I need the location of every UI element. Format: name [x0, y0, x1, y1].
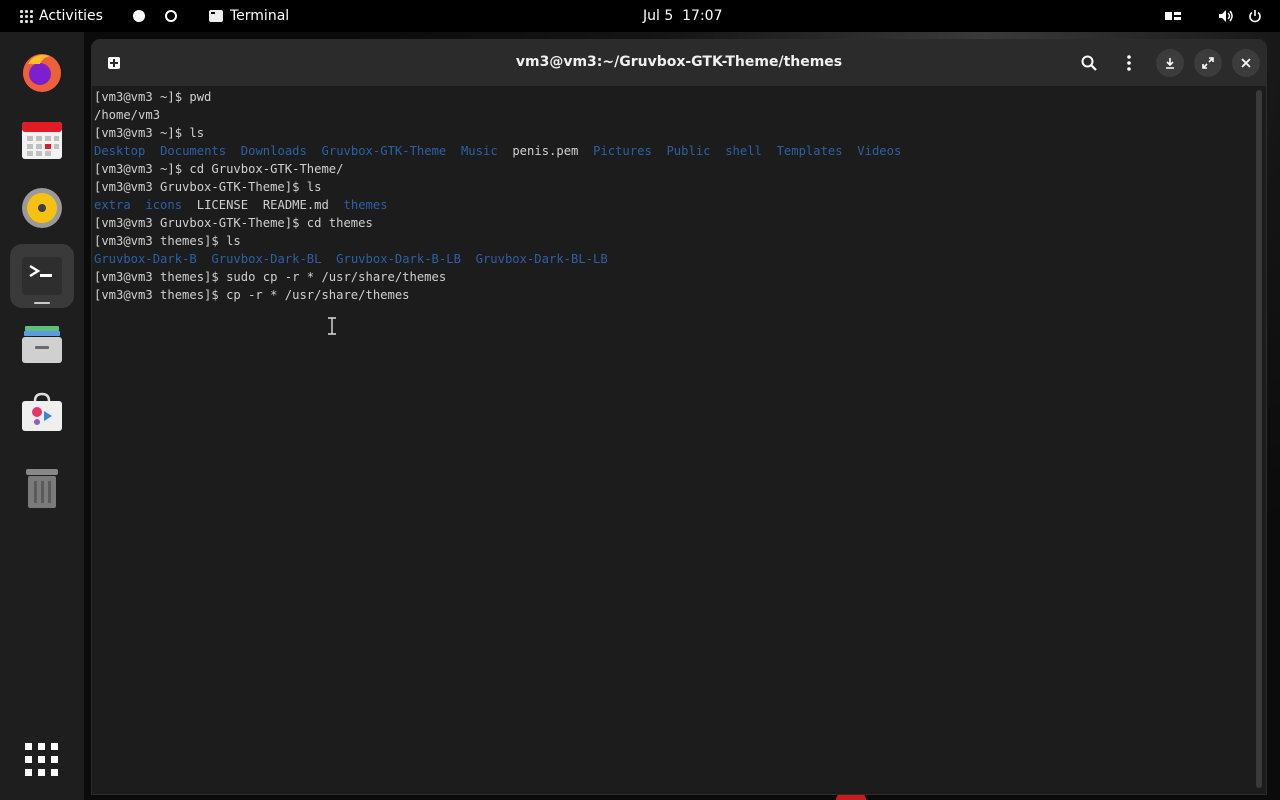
- file-entry: LICENSE: [196, 198, 249, 212]
- directory-entry: Gruvbox-Dark-B: [94, 252, 197, 266]
- power-icon: [1249, 10, 1261, 23]
- scrollbar[interactable]: [1256, 90, 1262, 788]
- show-apps-button[interactable]: [10, 728, 74, 792]
- menu-button[interactable]: [1115, 49, 1143, 77]
- layout-icon: [1165, 12, 1181, 20]
- minimize-icon: [1166, 58, 1174, 69]
- file-entry: README.md: [262, 198, 329, 212]
- directory-entry: Gruvbox-Dark-BL-LB: [475, 252, 608, 266]
- minimize-button[interactable]: [1156, 49, 1184, 77]
- app-menu-terminal[interactable]: Terminal: [209, 0, 289, 32]
- directory-entry: Templates: [776, 144, 843, 158]
- dock-files[interactable]: [10, 312, 74, 376]
- directory-entry: Desktop: [94, 144, 146, 158]
- firefox-icon: [23, 54, 61, 92]
- volume-icon: [1219, 10, 1233, 22]
- dock-rhythmbox[interactable]: [10, 176, 74, 240]
- search-button[interactable]: [1075, 49, 1103, 77]
- directory-entry: Videos: [857, 144, 902, 158]
- terminal-line: [vm3@vm3 ~]$ cd Gruvbox-GTK-Theme/: [94, 162, 344, 176]
- ls-output-line: Desktop Documents Downloads Gruvbox-GTK-…: [94, 142, 901, 160]
- ls-output-line: extra icons LICENSE README.md themes: [94, 196, 388, 214]
- title-bar[interactable]: vm3@vm3:~/Gruvbox-GTK-Theme/themes: [92, 40, 1266, 86]
- terminal-line: [vm3@vm3 themes]$ ls: [94, 234, 241, 248]
- files-icon: [22, 326, 62, 363]
- calendar-icon: [22, 122, 62, 159]
- directory-entry: themes: [343, 198, 388, 212]
- terminal-app-icon: [209, 10, 223, 22]
- directory-entry: shell: [725, 144, 762, 158]
- terminal-line: [vm3@vm3 themes]$ sudo cp -r * /usr/shar…: [94, 270, 447, 284]
- clock[interactable]: Jul 5 17:07: [643, 0, 723, 32]
- directory-entry: icons: [145, 198, 183, 212]
- activities-label: Activities: [39, 8, 103, 24]
- top-bar: Activities Terminal Jul 5 17:07: [0, 0, 1280, 32]
- terminal-icon: [22, 257, 62, 295]
- close-button[interactable]: [1232, 49, 1260, 77]
- directory-entry: extra: [94, 198, 131, 212]
- text-cursor-icon: [328, 317, 336, 335]
- dock: [0, 32, 84, 800]
- dock-terminal[interactable]: [10, 244, 74, 308]
- running-indicator: [34, 302, 50, 304]
- activities-button[interactable]: Activities: [20, 0, 103, 32]
- terminal-line: [vm3@vm3 ~]$ ls: [94, 126, 205, 140]
- workspace-1-indicator[interactable]: [133, 0, 145, 32]
- system-menu[interactable]: [1218, 0, 1262, 32]
- keyboard-layout-indicator[interactable]: [1165, 0, 1181, 32]
- directory-entry: Documents: [160, 144, 227, 158]
- dock-trash[interactable]: [10, 456, 74, 520]
- directory-entry: Public: [666, 144, 711, 158]
- directory-entry: Gruvbox-Dark-B-LB: [336, 252, 461, 266]
- maximize-icon: [1202, 57, 1214, 69]
- workspace-2-indicator[interactable]: [165, 0, 177, 32]
- software-icon: [22, 392, 62, 431]
- workspace-dot-icon: [165, 10, 177, 22]
- ls-output-line: Gruvbox-Dark-B Gruvbox-Dark-BL Gruvbox-D…: [94, 250, 608, 268]
- workspace-active-dot-icon: [133, 10, 145, 22]
- directory-entry: Gruvbox-Dark-BL: [211, 252, 322, 266]
- activities-icon: [20, 9, 33, 23]
- dock-firefox[interactable]: [10, 40, 74, 104]
- directory-entry: Music: [460, 144, 498, 158]
- file-entry: penis.pem: [512, 144, 579, 158]
- kebab-menu-icon: [1127, 55, 1131, 71]
- terminal-line: /home/vm3: [94, 108, 161, 122]
- terminal-line: [vm3@vm3 Gruvbox-GTK-Theme]$ ls: [94, 180, 322, 194]
- clock-label: Jul 5 17:07: [643, 8, 723, 24]
- directory-entry: Pictures: [593, 144, 652, 158]
- dock-calendar[interactable]: [10, 108, 74, 172]
- search-icon: [1081, 55, 1097, 71]
- terminal-line: [vm3@vm3 Gruvbox-GTK-Theme]$ cd themes: [94, 216, 373, 230]
- trash-icon: [26, 469, 58, 508]
- app-menu-label: Terminal: [230, 8, 290, 24]
- terminal-window: vm3@vm3:~/Gruvbox-GTK-Theme/themes [vm3@…: [92, 40, 1266, 794]
- app-grid-icon: [25, 743, 58, 776]
- close-icon: [1241, 58, 1251, 68]
- dock-software[interactable]: [10, 380, 74, 444]
- terminal-line: [vm3@vm3 ~]$ pwd: [94, 90, 212, 104]
- terminal-output[interactable]: [vm3@vm3 ~]$ pwd/home/vm3 [vm3@vm3 ~]$ ls…: [92, 86, 1252, 794]
- maximize-button[interactable]: [1194, 49, 1222, 77]
- directory-entry: Gruvbox-GTK-Theme: [321, 144, 447, 158]
- directory-entry: Downloads: [240, 144, 307, 158]
- rhythmbox-icon: [22, 188, 62, 228]
- terminal-line: [vm3@vm3 themes]$ cp -r * /usr/share/the…: [94, 288, 410, 302]
